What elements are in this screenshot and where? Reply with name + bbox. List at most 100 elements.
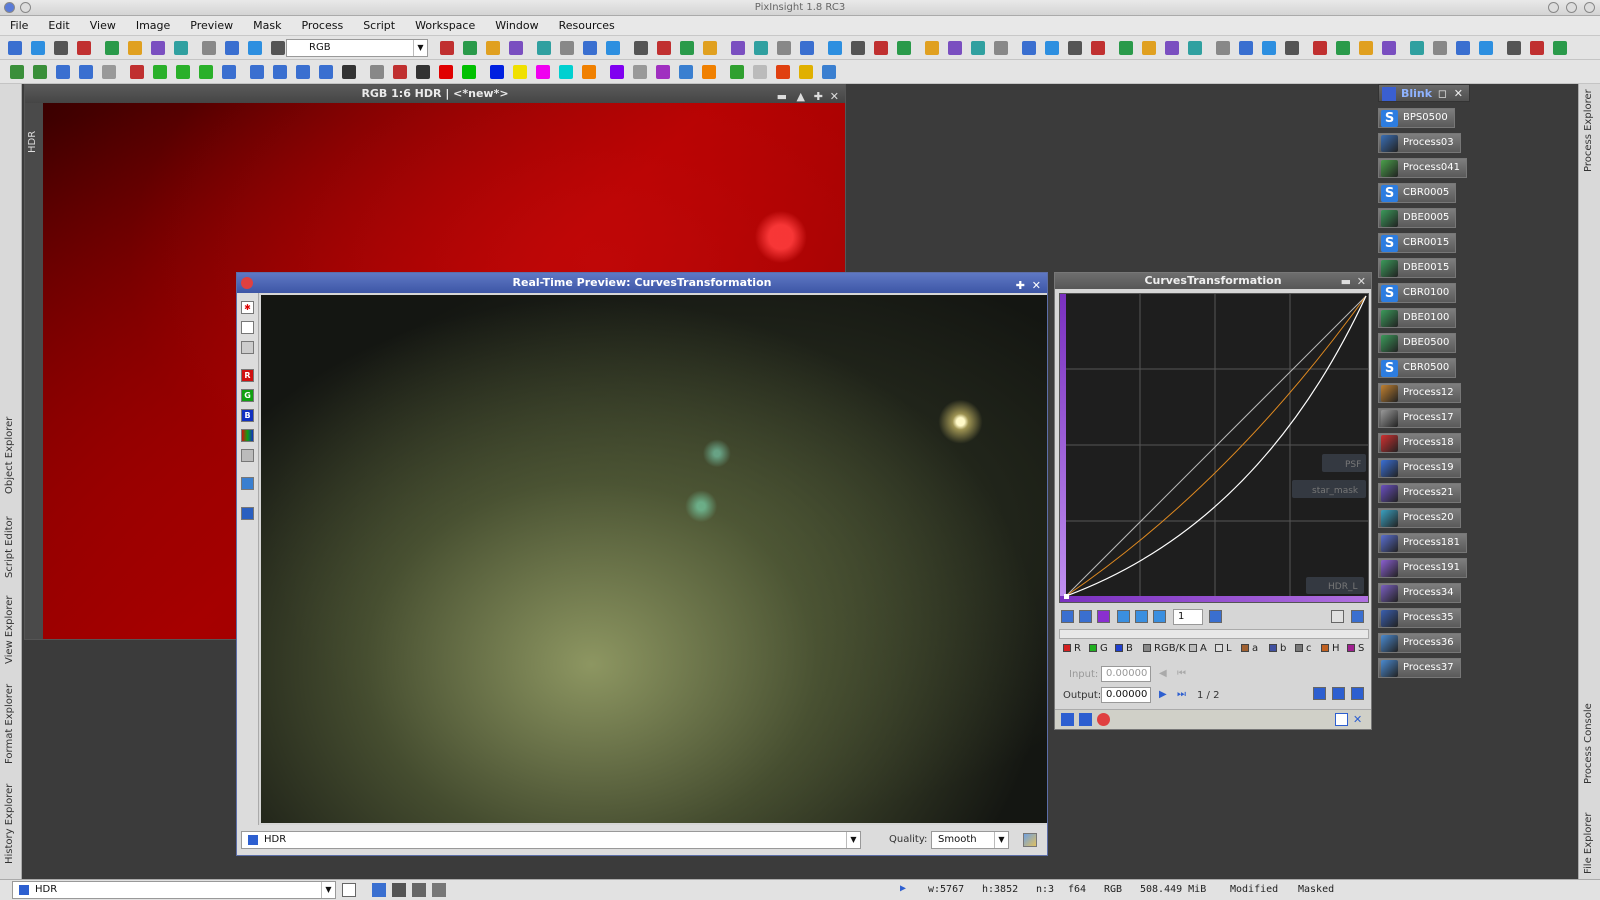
screen-transfer-icon[interactable] bbox=[241, 321, 254, 334]
toolbar-tool-icon[interactable] bbox=[583, 41, 597, 55]
process-icon-process20[interactable]: Process20 bbox=[1378, 508, 1461, 528]
curve-point[interactable] bbox=[1064, 594, 1069, 599]
toolbar-tool-icon[interactable] bbox=[537, 41, 551, 55]
process-icon-process34[interactable]: Process34 bbox=[1378, 583, 1461, 603]
zoom-fit-icon[interactable] bbox=[241, 477, 254, 490]
toolbar-tool-icon[interactable] bbox=[56, 65, 70, 79]
process-icon-process37[interactable]: Process37 bbox=[1378, 658, 1461, 678]
toolbar-tool-icon[interactable] bbox=[1216, 41, 1230, 55]
toolbar-tool-icon[interactable] bbox=[1530, 41, 1544, 55]
tab-process-explorer[interactable]: Process Explorer bbox=[1583, 89, 1594, 172]
toolbar-tool-icon[interactable] bbox=[1410, 41, 1424, 55]
close-icon[interactable]: ✕ bbox=[1454, 85, 1463, 103]
toolbar-tool-icon[interactable] bbox=[174, 41, 188, 55]
toolbar-tool-icon[interactable] bbox=[1142, 41, 1156, 55]
toolbar-tool-icon[interactable] bbox=[828, 41, 842, 55]
process-icon-process21[interactable]: Process21 bbox=[1378, 483, 1461, 503]
toolbar-tool-icon[interactable] bbox=[463, 41, 477, 55]
quality-select[interactable]: Smooth ▼ bbox=[931, 831, 1009, 849]
toolbar-tool-icon[interactable] bbox=[560, 41, 574, 55]
toolbar-tool-icon[interactable] bbox=[536, 65, 550, 79]
toolbar-tool-icon[interactable] bbox=[248, 41, 262, 55]
toolbar-tool-icon[interactable] bbox=[1091, 41, 1105, 55]
pan-icon[interactable] bbox=[1153, 610, 1166, 623]
output-field[interactable]: 0.00000 bbox=[1101, 687, 1151, 703]
play-icon[interactable]: ▶ bbox=[900, 883, 906, 894]
channel-select[interactable]: RGB ▼ bbox=[286, 39, 428, 57]
process-icon-process03[interactable]: Process03 bbox=[1378, 133, 1461, 153]
toolbar-tool-icon[interactable] bbox=[1359, 41, 1373, 55]
toolbar-tool-icon[interactable] bbox=[753, 65, 767, 79]
curve-plot[interactable]: PSF star_mask HDR_L bbox=[1060, 294, 1368, 602]
toolbar-tool-icon[interactable] bbox=[606, 41, 620, 55]
maximize-button[interactable] bbox=[1566, 2, 1577, 13]
red-channel-button[interactable]: R bbox=[241, 369, 254, 382]
toolbar-tool-icon[interactable] bbox=[702, 65, 716, 79]
toolbar-tool-icon[interactable] bbox=[582, 65, 596, 79]
tab-format-explorer[interactable]: Format Explorer bbox=[4, 684, 15, 764]
toolbar-tool-icon[interactable] bbox=[1507, 41, 1521, 55]
first-point-icon[interactable]: ⏮ bbox=[1177, 668, 1186, 679]
process-icon-cbr0015[interactable]: S CBR0015 bbox=[1378, 233, 1457, 253]
toolbar-tool-icon[interactable] bbox=[130, 65, 144, 79]
gray-channel-button[interactable] bbox=[241, 449, 254, 462]
real-time-preview-window[interactable]: Real-Time Preview: CurvesTransformation … bbox=[236, 272, 1048, 856]
green-channel-button[interactable]: G bbox=[241, 389, 254, 402]
toolbar-tool-icon[interactable] bbox=[1022, 41, 1036, 55]
toolbar-tool-icon[interactable] bbox=[513, 65, 527, 79]
toolbar-tool-icon[interactable] bbox=[105, 41, 119, 55]
toolbar-tool-icon[interactable] bbox=[1188, 41, 1202, 55]
stf-mode-icon-2[interactable] bbox=[392, 883, 406, 897]
curve-scrollbar[interactable] bbox=[1059, 629, 1369, 639]
toolbar-tool-icon[interactable] bbox=[1165, 41, 1179, 55]
toolbar-tool-icon[interactable] bbox=[199, 65, 213, 79]
channel-button-b[interactable]: B bbox=[1115, 643, 1133, 654]
channel-button-b[interactable]: b bbox=[1269, 643, 1286, 654]
process-icon-process191[interactable]: Process191 bbox=[1378, 558, 1468, 578]
toolbar-tool-icon[interactable] bbox=[296, 65, 310, 79]
toolbar-tool-icon[interactable] bbox=[271, 41, 285, 55]
tab-file-explorer[interactable]: File Explorer bbox=[1583, 812, 1594, 874]
menu-window[interactable]: Window bbox=[485, 19, 548, 32]
close-icon[interactable]: ✕ bbox=[1357, 274, 1366, 290]
menu-preview[interactable]: Preview bbox=[180, 19, 243, 32]
process-icon-dbe0005[interactable]: DBE0005 bbox=[1378, 208, 1457, 228]
toolbar-tool-icon[interactable] bbox=[799, 65, 813, 79]
toolbar-tool-icon[interactable] bbox=[703, 41, 717, 55]
tab-object-explorer[interactable]: Object Explorer bbox=[4, 417, 15, 494]
toolbar-tool-icon[interactable] bbox=[559, 65, 573, 79]
shade-icon[interactable]: ▬ bbox=[1341, 274, 1351, 290]
toolbar-tool-icon[interactable] bbox=[731, 41, 745, 55]
blink-panel[interactable]: Blink ◻ ✕ bbox=[1378, 84, 1470, 102]
histogram-toggle-icon[interactable] bbox=[1331, 610, 1344, 623]
toolbar-tool-icon[interactable] bbox=[151, 41, 165, 55]
toolbar-tool-icon[interactable] bbox=[273, 65, 287, 79]
zoom-out-icon[interactable] bbox=[1135, 610, 1148, 623]
reset-icon[interactable]: ✕ bbox=[1353, 713, 1366, 726]
toolbar-tool-icon[interactable] bbox=[490, 65, 504, 79]
toolbar-tool-icon[interactable] bbox=[897, 41, 911, 55]
toolbar-tool-icon[interactable] bbox=[1382, 41, 1396, 55]
toolbar-tool-icon[interactable] bbox=[971, 41, 985, 55]
toolbar-tool-icon[interactable] bbox=[634, 41, 648, 55]
toolbar-tool-icon[interactable] bbox=[10, 65, 24, 79]
toolbar-tool-icon[interactable] bbox=[416, 65, 430, 79]
process-icon-process12[interactable]: Process12 bbox=[1378, 383, 1461, 403]
minimize-button[interactable] bbox=[1548, 2, 1559, 13]
toolbar-tool-icon[interactable] bbox=[851, 41, 865, 55]
tab-view-explorer[interactable]: View Explorer bbox=[4, 595, 15, 664]
rgb-channel-button[interactable] bbox=[241, 429, 254, 442]
real-time-preview-icon[interactable] bbox=[1097, 713, 1110, 726]
image-window-title[interactable]: RGB 1:6 HDR | <*new*> ▬ ▲ ✚ ✕ bbox=[25, 85, 845, 103]
menu-view[interactable]: View bbox=[80, 19, 126, 32]
toolbar-tool-icon[interactable] bbox=[462, 65, 476, 79]
menu-resources[interactable]: Resources bbox=[549, 19, 625, 32]
histogram-icon[interactable] bbox=[1023, 833, 1037, 847]
toolbar-tool-icon[interactable] bbox=[610, 65, 624, 79]
toolbar-tool-icon[interactable] bbox=[1433, 41, 1447, 55]
channel-button-c[interactable]: c bbox=[1295, 643, 1312, 654]
toolbar-tool-icon[interactable] bbox=[657, 41, 671, 55]
preview-view-select[interactable]: HDR ▼ bbox=[241, 831, 861, 849]
toolbar-tool-icon[interactable] bbox=[776, 65, 790, 79]
process-icon-dbe0500[interactable]: DBE0500 bbox=[1378, 333, 1457, 353]
